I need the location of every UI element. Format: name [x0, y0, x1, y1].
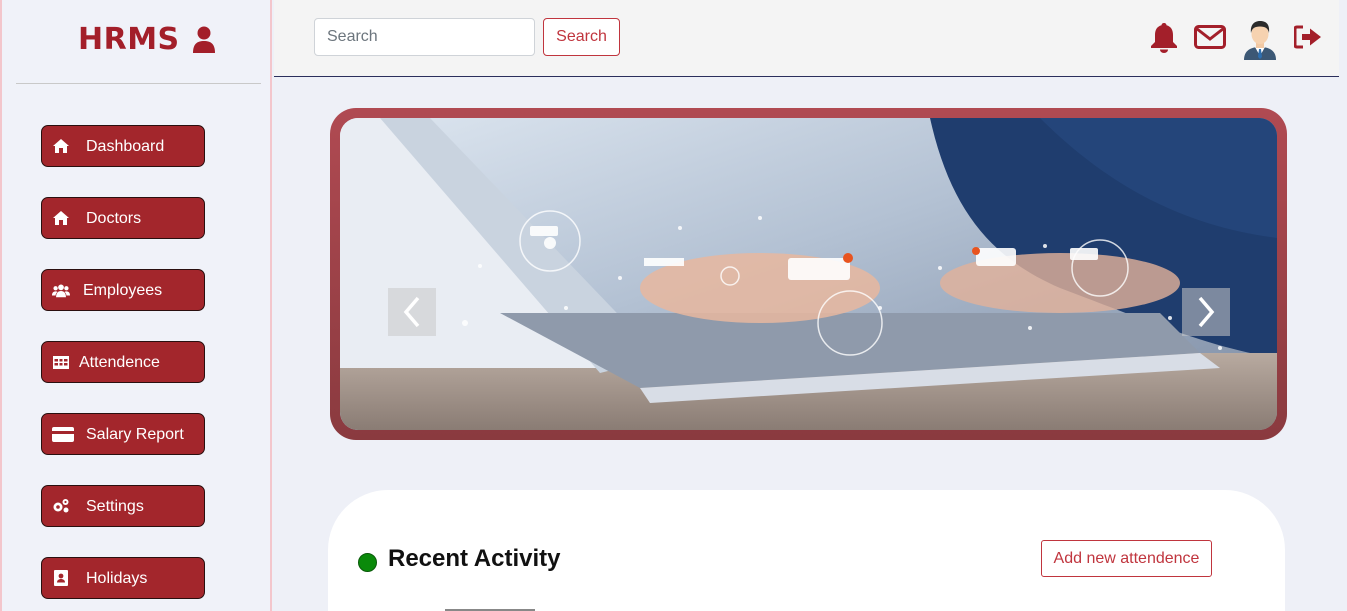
- sidebar-item-label: Holidays: [86, 570, 148, 587]
- brand[interactable]: HRMS: [78, 22, 216, 57]
- add-attendence-button[interactable]: Add new attendence: [1041, 540, 1212, 577]
- home-icon: [52, 137, 70, 155]
- laptop-illustration: [340, 118, 1277, 430]
- carousel-prev-button[interactable]: [388, 288, 436, 336]
- search-input[interactable]: [314, 18, 535, 56]
- sidebar-item-label: Salary Report: [86, 426, 184, 443]
- hero-carousel: [330, 108, 1287, 440]
- brand-title: HRMS: [78, 22, 180, 57]
- sidebar-item-dashboard[interactable]: Dashboard: [41, 125, 205, 167]
- avatar[interactable]: [1240, 18, 1280, 65]
- carousel-next-button[interactable]: [1182, 288, 1230, 336]
- cogs-icon: [52, 497, 70, 515]
- sidebar-item-doctors[interactable]: Doctors: [41, 197, 205, 239]
- sidebar-item-holidays[interactable]: Holidays: [41, 557, 205, 599]
- recent-activity-card: Recent Activity Add new attendence: [328, 490, 1285, 611]
- sidebar-item-label: Attendence: [79, 354, 160, 371]
- home-icon: [52, 209, 70, 227]
- bell-icon[interactable]: [1150, 21, 1178, 58]
- sidebar-item-label: Dashboard: [86, 138, 165, 155]
- sidebar-item-settings[interactable]: Settings: [41, 485, 205, 527]
- status-dot: [358, 553, 377, 572]
- users-icon: [52, 281, 70, 299]
- sidebar-divider: [16, 83, 261, 84]
- hero-image: [340, 118, 1277, 430]
- topbar: Search: [274, 0, 1339, 77]
- sidebar-item-salary-report[interactable]: Salary Report: [41, 413, 205, 455]
- sidebar-item-employees[interactable]: Employees: [41, 269, 205, 311]
- table-icon: [52, 353, 70, 371]
- sidebar: HRMS Dashboard Doctors Employees Attende…: [0, 0, 272, 611]
- user-icon: [192, 26, 215, 53]
- credit-card-icon: [52, 425, 74, 443]
- chevron-left-icon: [403, 296, 420, 328]
- sidebar-item-attendence[interactable]: Attendence: [41, 341, 205, 383]
- sidebar-item-label: Employees: [83, 282, 163, 299]
- contact-book-icon: [52, 569, 70, 587]
- section-title: Recent Activity: [388, 545, 561, 572]
- sidebar-item-label: Doctors: [86, 210, 142, 227]
- chevron-right-icon: [1198, 296, 1215, 328]
- envelope-icon[interactable]: [1194, 25, 1226, 54]
- search-button[interactable]: Search: [543, 18, 620, 56]
- sidebar-item-label: Settings: [86, 498, 144, 515]
- sign-out-icon[interactable]: [1293, 25, 1322, 54]
